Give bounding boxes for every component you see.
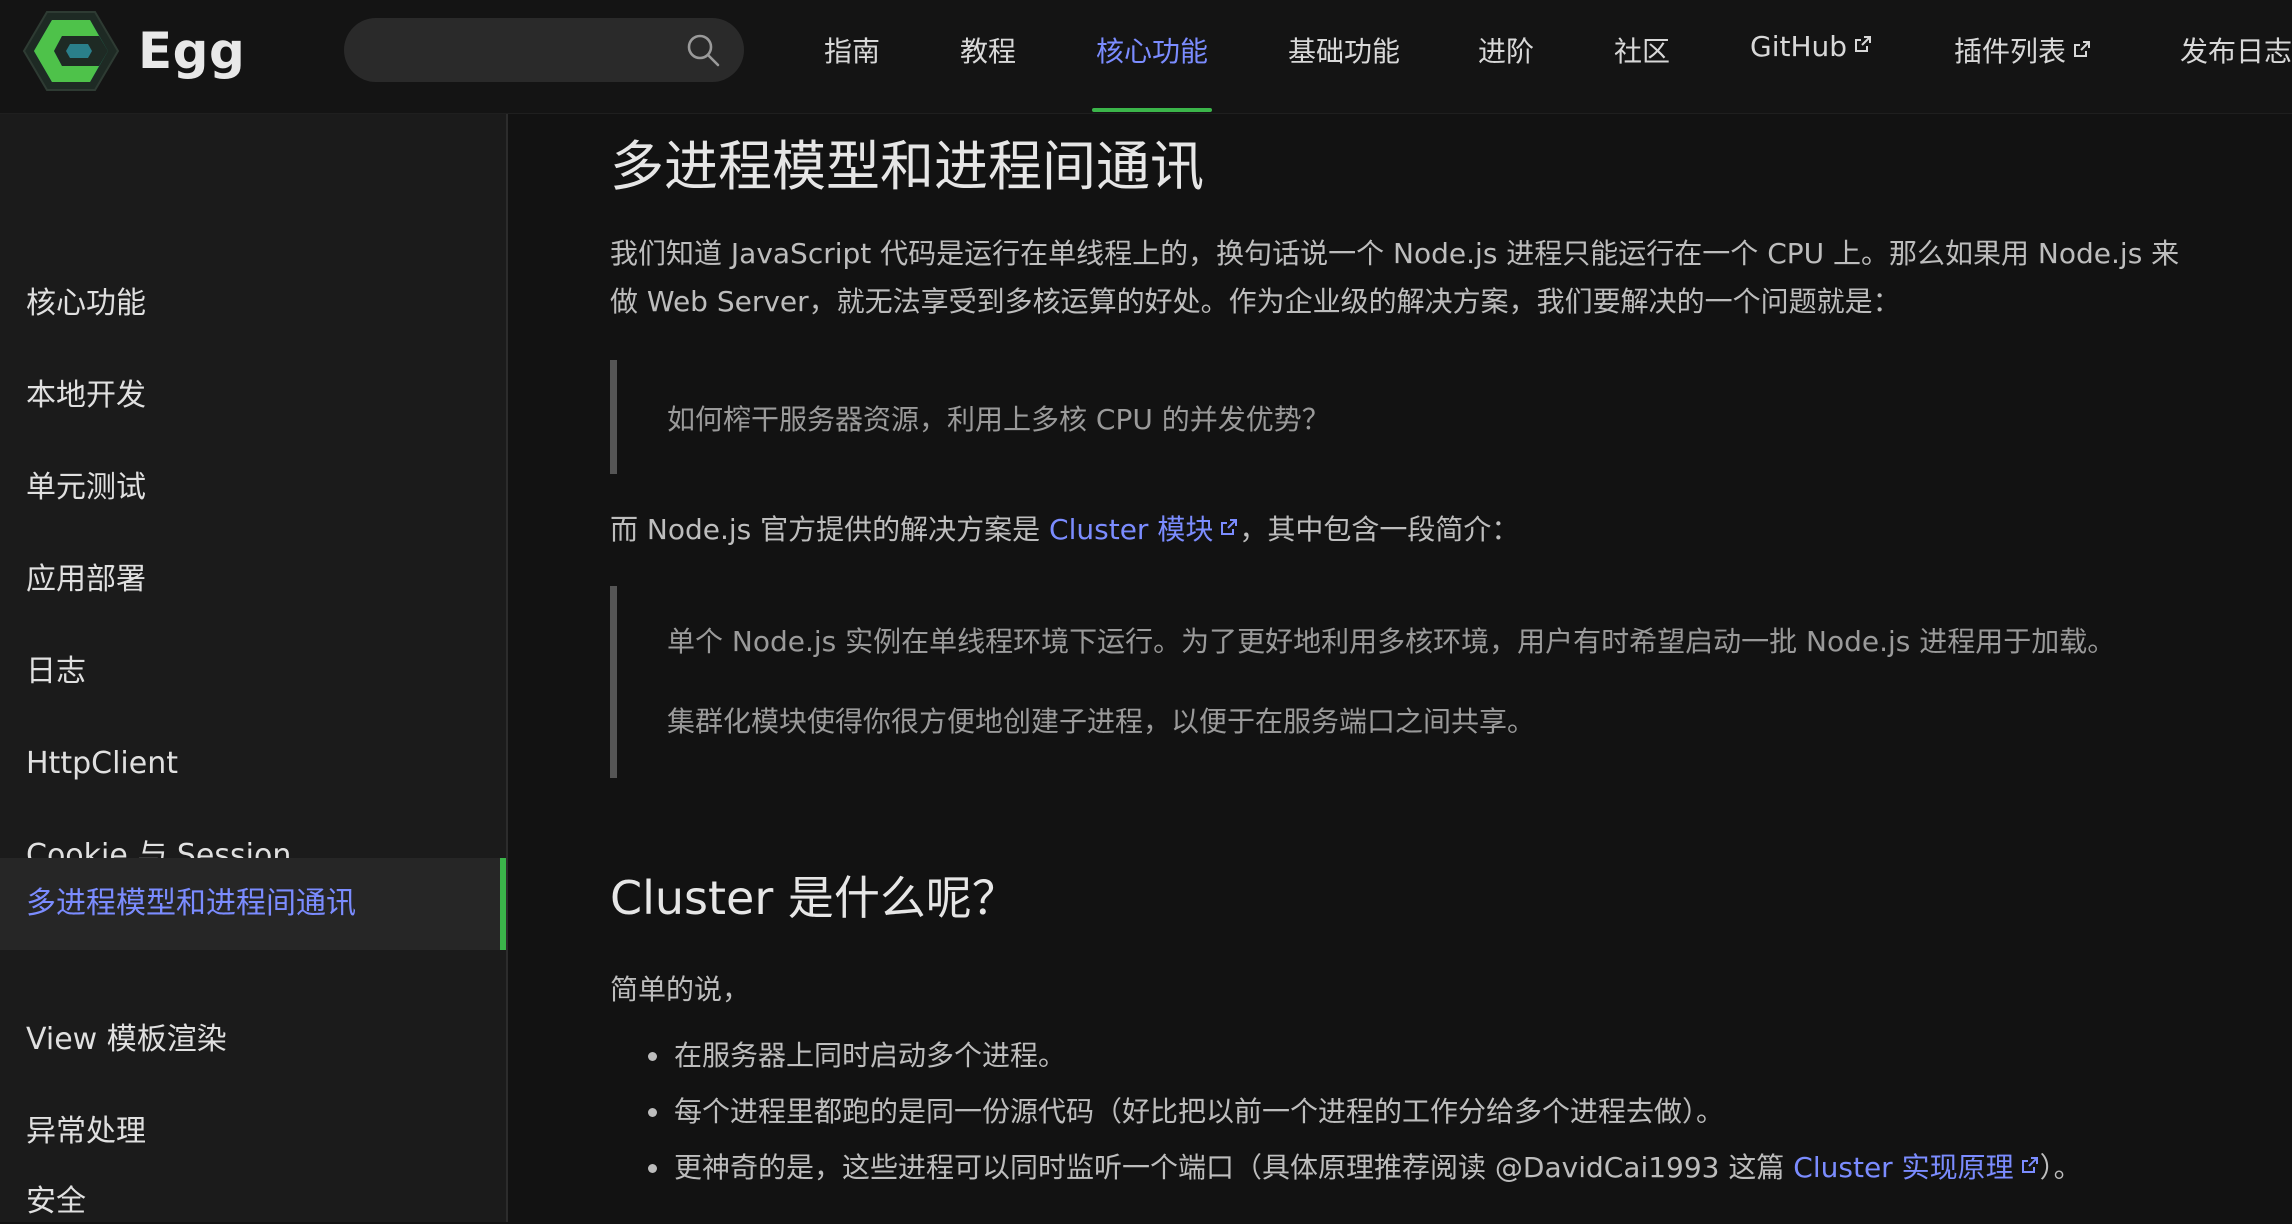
list-item-text: ）。 <box>2039 1151 2082 1184</box>
nav-core[interactable]: 核心功能 <box>1096 30 1208 70</box>
nav-advanced-label: 进阶 <box>1478 35 1535 68</box>
nav-tutorial[interactable]: 教程 <box>960 30 1016 70</box>
nav-basics-label: 基础功能 <box>1288 35 1401 68</box>
nav-advanced[interactable]: 进阶 <box>1478 30 1534 70</box>
sidebar-item-logger[interactable]: 日志 <box>0 626 506 718</box>
list-item: 更神奇的是，这些进程可以同时监听一个端口（具体原理推荐阅读 @DavidCai1… <box>610 1146 2290 1186</box>
sidebar: 核心功能 本地开发 单元测试 应用部署 日志 HttpClient Cookie… <box>0 114 508 1222</box>
nav-tutorial-label: 教程 <box>960 35 1017 68</box>
external-link-icon <box>2074 41 2091 57</box>
sidebar-item-label: View 模板渲染 <box>26 1022 227 1057</box>
nav-community[interactable]: 社区 <box>1614 30 1670 70</box>
nav-guide-label: 指南 <box>824 35 881 68</box>
search-input[interactable] <box>344 18 744 82</box>
nav-github-label: GitHub <box>1750 30 1848 63</box>
list-item: 在服务器上同时启动多个进程。 <box>610 1034 2290 1074</box>
list-item-text: 每个进程里都跑的是同一份源代码（好比把以前一个进程的工作分给多个进程去做）。 <box>674 1095 1725 1128</box>
blockquote-text: 单个 Node.js 实例在单线程环境下运行。为了更好地利用多核环境，用户有时希… <box>667 625 2116 658</box>
sidebar-item-cluster[interactable]: 多进程模型和进程间通讯 <box>0 858 506 950</box>
nav-guide[interactable]: 指南 <box>824 30 880 70</box>
brand-name[interactable]: Egg <box>138 22 245 80</box>
blockquote-question: 如何榨干服务器资源，利用上多核 CPU 的并发优势？ <box>610 360 2270 474</box>
sidebar-item-deployment[interactable]: 应用部署 <box>0 534 506 626</box>
nav-changelog[interactable]: 发布日志 <box>2180 30 2292 70</box>
list-item: 每个进程里都跑的是同一份源代码（好比把以前一个进程的工作分给多个进程去做）。 <box>610 1090 2290 1130</box>
intro-line-1: 我们知道 JavaScript 代码是运行在单线程上的，换句话说一个 Node.… <box>610 237 2180 270</box>
nav-plugins[interactable]: 插件列表 <box>1954 30 2092 70</box>
sidebar-item-error-handling[interactable]: 异常处理 <box>0 1086 506 1178</box>
list-item-text: 更神奇的是，这些进程可以同时监听一个端口（具体原理推荐阅读 @DavidCai1… <box>674 1151 1794 1184</box>
cluster-intro-paragraph: 而 Node.js 官方提供的解决方案是 Cluster 模块 ，其中包含一段简介… <box>610 506 1519 554</box>
sidebar-item-core[interactable]: 核心功能 <box>0 258 506 350</box>
nav-active-indicator <box>1092 108 1212 112</box>
cluster-principle-link[interactable]: Cluster 实现原理 <box>1793 1151 2039 1184</box>
para-text: ，其中包含一段简介： <box>1239 513 1520 546</box>
sidebar-item-local-dev[interactable]: 本地开发 <box>0 350 506 442</box>
cluster-module-link[interactable]: Cluster 模块 <box>1049 513 1239 546</box>
nav-basics[interactable]: 基础功能 <box>1288 30 1400 70</box>
sidebar-item-label: 多进程模型和进程间通讯 <box>26 886 356 921</box>
main-content: 多进程模型和进程间通讯 我们知道 JavaScript 代码是运行在单线程上的，… <box>610 114 2270 1222</box>
list-item-text: 在服务器上同时启动多个进程。 <box>674 1039 1067 1072</box>
external-link-icon <box>2021 1157 2038 1173</box>
search-icon[interactable] <box>686 33 720 67</box>
section-intro: 简单的说， <box>610 973 751 1006</box>
nav-core-label: 核心功能 <box>1096 35 1209 68</box>
sidebar-item-label: HttpClient <box>26 746 178 781</box>
intro-line-2: 做 Web Server，就无法享受到多核运算的好处。作为企业级的解决方案，我们… <box>610 285 1901 318</box>
sidebar-item-security[interactable]: 安全 <box>0 1178 506 1222</box>
external-link-icon <box>1221 519 1238 535</box>
nav-community-label: 社区 <box>1614 35 1671 68</box>
blockquote-text: 如何榨干服务器资源，利用上多核 CPU 的并发优势？ <box>667 403 1330 436</box>
blockquote-text: 集群化模块使得你很方便地创建子进程，以便于在服务端口之间共享。 <box>667 705 1536 738</box>
link-text: Cluster 实现原理 <box>1793 1151 2014 1184</box>
sidebar-item-unit-test[interactable]: 单元测试 <box>0 442 506 534</box>
sidebar-item-label: 核心功能 <box>26 286 146 321</box>
nav-changelog-label: 发布日志 <box>2180 35 2292 68</box>
sidebar-item-label: 本地开发 <box>26 378 146 413</box>
nav-plugins-label: 插件列表 <box>1954 35 2067 68</box>
page-title: 多进程模型和进程间通讯 <box>610 135 1204 198</box>
section-heading: Cluster 是什么呢？ <box>610 871 1018 925</box>
sidebar-item-label: 异常处理 <box>26 1114 146 1149</box>
sidebar-item-label: 应用部署 <box>26 562 146 597</box>
nav-github[interactable]: GitHub <box>1750 30 1873 63</box>
external-link-icon <box>1855 36 1872 52</box>
para-text: 而 Node.js 官方提供的解决方案是 <box>610 513 1050 546</box>
egg-logo-icon[interactable] <box>22 8 120 94</box>
blockquote-cluster-summary: 单个 Node.js 实例在单线程环境下运行。为了更好地利用多核环境，用户有时希… <box>610 586 2270 778</box>
sidebar-item-httpclient[interactable]: HttpClient <box>0 718 506 810</box>
sidebar-item-label: 安全 <box>26 1184 86 1219</box>
link-text: Cluster 模块 <box>1049 513 1214 546</box>
sidebar-item-label: 单元测试 <box>26 470 146 505</box>
sidebar-item-label: 日志 <box>26 654 86 689</box>
sidebar-item-view[interactable]: View 模板渲染 <box>0 994 506 1086</box>
top-header: Egg 指南 教程 核心功能 基础功能 进阶 社区 GitHub 插件列表 发布… <box>0 0 2292 114</box>
intro-paragraph: 我们知道 JavaScript 代码是运行在单线程上的，换句话说一个 Node.… <box>610 230 2179 326</box>
